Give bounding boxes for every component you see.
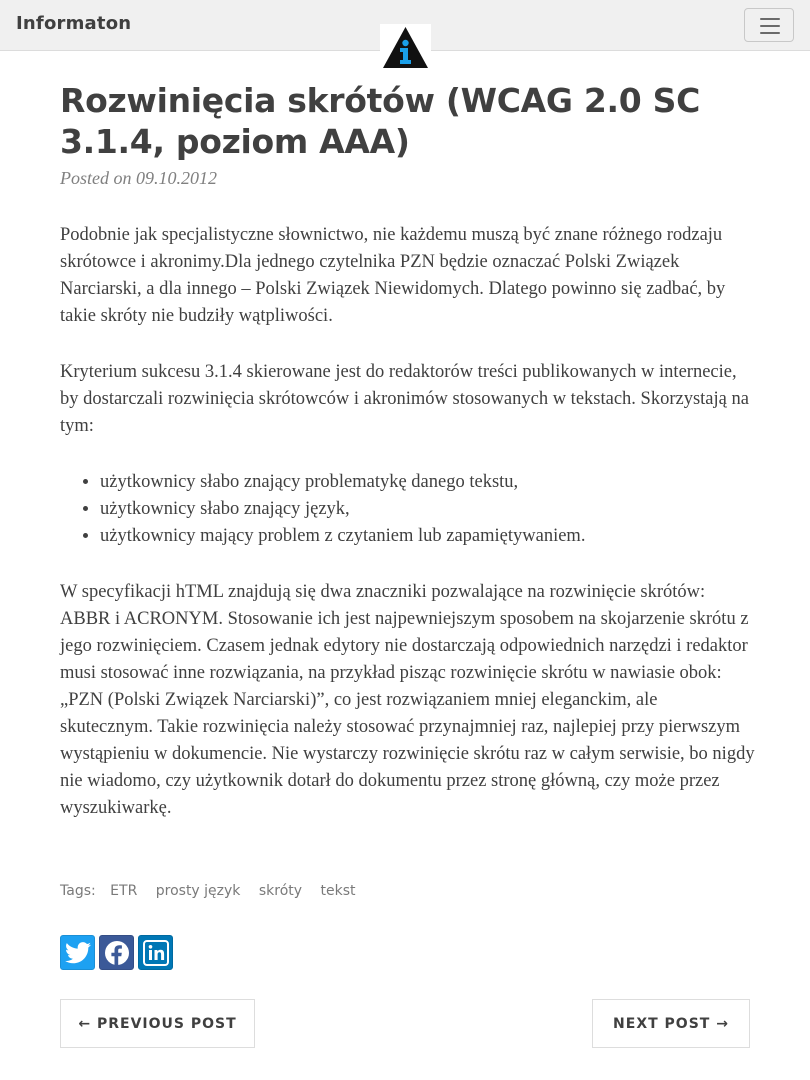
- list-item: użytkownicy słabo znający język,: [100, 496, 755, 523]
- share-facebook-button[interactable]: [99, 935, 134, 970]
- beneficiaries-list: użytkownicy słabo znający problematykę d…: [100, 469, 755, 550]
- previous-post-button[interactable]: ← Previous Post: [60, 999, 255, 1048]
- page-title: Rozwinięcia skrótów (WCAG 2.0 SC 3.1.4, …: [60, 81, 701, 161]
- post-meta: Posted on 09.10.2012: [60, 168, 217, 188]
- brand-link[interactable]: Informaton: [16, 13, 131, 34]
- tag-link[interactable]: ETR: [110, 883, 137, 899]
- info-triangle-logo[interactable]: [380, 24, 431, 71]
- tag-link[interactable]: skróty: [259, 883, 302, 899]
- next-post-button[interactable]: Next Post →: [592, 999, 750, 1048]
- list-item: użytkownicy słabo znający problematykę d…: [100, 469, 755, 496]
- logo-icon: [383, 27, 428, 68]
- tags-label: Tags:: [60, 883, 96, 899]
- paragraph: Podobnie jak specjalistyczne słownictwo,…: [60, 225, 726, 326]
- linkedin-icon: [142, 939, 169, 966]
- tag-link[interactable]: prosty język: [156, 883, 241, 899]
- share-linkedin-button[interactable]: [138, 935, 173, 970]
- tag-link[interactable]: tekst: [321, 883, 356, 899]
- share-buttons: [60, 935, 173, 970]
- paragraph: Kryterium sukcesu 3.1.4 skierowane jest …: [60, 362, 749, 436]
- hamburger-menu-icon: [760, 18, 780, 20]
- tags: Tags: ETR prosty język skróty tekst: [60, 883, 370, 899]
- paragraph: W specyfikacji hTML znajdują się dwa zna…: [60, 582, 755, 818]
- list-item: użytkownicy mający problem z czytaniem l…: [100, 523, 755, 550]
- share-twitter-button[interactable]: [60, 935, 95, 970]
- facebook-icon: [104, 940, 129, 966]
- twitter-icon: [64, 941, 91, 963]
- navbar-toggle-button[interactable]: [744, 8, 794, 42]
- post-content: Podobnie jak specjalistyczne słownictwo,…: [60, 222, 755, 851]
